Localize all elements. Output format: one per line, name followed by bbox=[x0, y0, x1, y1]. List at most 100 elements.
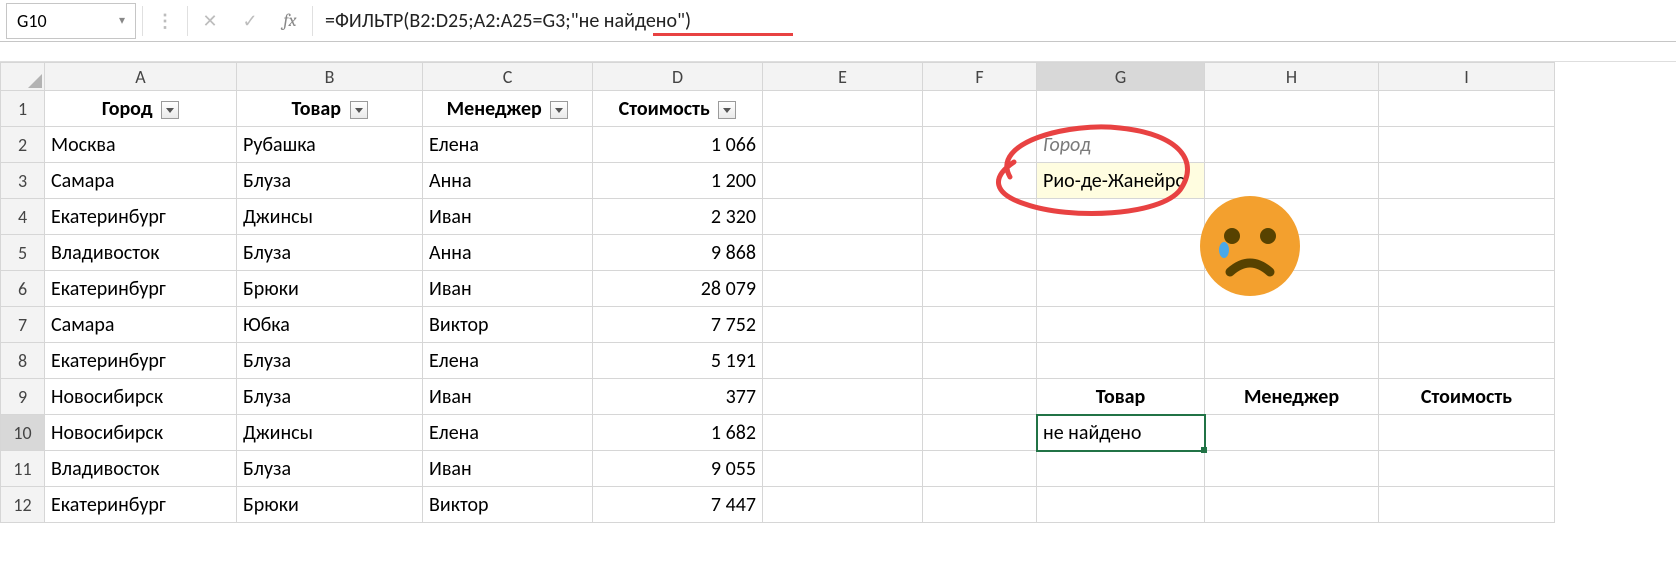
cell-F12[interactable] bbox=[923, 487, 1037, 523]
spreadsheet-grid[interactable]: A B C D E F G H I 1 Город Товар Менеджер… bbox=[0, 62, 1555, 523]
cell-B12[interactable]: Брюки bbox=[237, 487, 423, 523]
col-header-A[interactable]: A bbox=[45, 63, 237, 91]
cell-B11[interactable]: Блуза bbox=[237, 451, 423, 487]
cell-G12[interactable] bbox=[1037, 487, 1205, 523]
cell-I11[interactable] bbox=[1379, 451, 1555, 487]
col-header-F[interactable]: F bbox=[923, 63, 1037, 91]
cell-D10[interactable]: 1 682 bbox=[593, 415, 763, 451]
cell-C8[interactable]: Елена bbox=[423, 343, 593, 379]
filter-button[interactable] bbox=[718, 101, 736, 119]
cell-I1[interactable] bbox=[1379, 91, 1555, 127]
cell-I9[interactable]: Стоимость bbox=[1379, 379, 1555, 415]
cell-C11[interactable]: Иван bbox=[423, 451, 593, 487]
cell-E6[interactable] bbox=[763, 271, 923, 307]
cell-G11[interactable] bbox=[1037, 451, 1205, 487]
cell-C7[interactable]: Виктор bbox=[423, 307, 593, 343]
cell-B8[interactable]: Блуза bbox=[237, 343, 423, 379]
row-header-1[interactable]: 1 bbox=[1, 91, 45, 127]
cell-E8[interactable] bbox=[763, 343, 923, 379]
cell-A9[interactable]: Новосибирск bbox=[45, 379, 237, 415]
cell-A4[interactable]: Екатеринбург bbox=[45, 199, 237, 235]
enter-formula-button[interactable]: ✓ bbox=[230, 3, 270, 39]
cell-E5[interactable] bbox=[763, 235, 923, 271]
cell-C6[interactable]: Иван bbox=[423, 271, 593, 307]
cell-G4[interactable] bbox=[1037, 199, 1205, 235]
cell-I2[interactable] bbox=[1379, 127, 1555, 163]
cell-E10[interactable] bbox=[763, 415, 923, 451]
cell-D8[interactable]: 5 191 bbox=[593, 343, 763, 379]
cell-I10[interactable] bbox=[1379, 415, 1555, 451]
cell-D7[interactable]: 7 752 bbox=[593, 307, 763, 343]
insert-function-button[interactable]: fx bbox=[270, 3, 310, 39]
cell-H12[interactable] bbox=[1205, 487, 1379, 523]
col-header-H[interactable]: H bbox=[1205, 63, 1379, 91]
cell-A2[interactable]: Москва bbox=[45, 127, 237, 163]
cell-F4[interactable] bbox=[923, 199, 1037, 235]
cell-A7[interactable]: Самара bbox=[45, 307, 237, 343]
cell-C4[interactable]: Иван bbox=[423, 199, 593, 235]
expand-button[interactable]: ⋮ bbox=[145, 3, 185, 39]
cell-C3[interactable]: Анна bbox=[423, 163, 593, 199]
cell-D2[interactable]: 1 066 bbox=[593, 127, 763, 163]
cell-B10[interactable]: Джинсы bbox=[237, 415, 423, 451]
cell-F3[interactable] bbox=[923, 163, 1037, 199]
cell-G1[interactable] bbox=[1037, 91, 1205, 127]
cell-A12[interactable]: Екатеринбург bbox=[45, 487, 237, 523]
select-all-corner[interactable] bbox=[1, 63, 45, 91]
cell-G5[interactable] bbox=[1037, 235, 1205, 271]
cell-E12[interactable] bbox=[763, 487, 923, 523]
col-header-G[interactable]: G bbox=[1037, 63, 1205, 91]
cell-F11[interactable] bbox=[923, 451, 1037, 487]
filter-button[interactable] bbox=[350, 101, 368, 119]
cell-C9[interactable]: Иван bbox=[423, 379, 593, 415]
cell-E9[interactable] bbox=[763, 379, 923, 415]
cell-G10[interactable]: не найдено bbox=[1037, 415, 1205, 451]
cell-I7[interactable] bbox=[1379, 307, 1555, 343]
cell-I4[interactable] bbox=[1379, 199, 1555, 235]
cell-D9[interactable]: 377 bbox=[593, 379, 763, 415]
cell-C12[interactable]: Виктор bbox=[423, 487, 593, 523]
filter-button[interactable] bbox=[550, 101, 568, 119]
cell-B9[interactable]: Блуза bbox=[237, 379, 423, 415]
cell-C1[interactable]: Менеджер bbox=[423, 91, 593, 127]
cell-G6[interactable] bbox=[1037, 271, 1205, 307]
cell-D11[interactable]: 9 055 bbox=[593, 451, 763, 487]
cell-I5[interactable] bbox=[1379, 235, 1555, 271]
name-box[interactable]: G10 ▾ bbox=[6, 3, 136, 39]
filter-button[interactable] bbox=[161, 101, 179, 119]
cell-F10[interactable] bbox=[923, 415, 1037, 451]
cell-G2[interactable]: Город bbox=[1037, 127, 1205, 163]
row-header-10[interactable]: 10 bbox=[1, 415, 45, 451]
formula-input[interactable]: =ФИЛЬТР(B2:D25;A2:A25=G3;"не найдено") bbox=[315, 3, 1676, 39]
cell-C10[interactable]: Елена bbox=[423, 415, 593, 451]
row-header-8[interactable]: 8 bbox=[1, 343, 45, 379]
cell-H10[interactable] bbox=[1205, 415, 1379, 451]
cancel-formula-button[interactable]: ✕ bbox=[190, 3, 230, 39]
cell-I8[interactable] bbox=[1379, 343, 1555, 379]
cell-I6[interactable] bbox=[1379, 271, 1555, 307]
cell-E11[interactable] bbox=[763, 451, 923, 487]
cell-H9[interactable]: Менеджер bbox=[1205, 379, 1379, 415]
cell-I12[interactable] bbox=[1379, 487, 1555, 523]
cell-A3[interactable]: Самара bbox=[45, 163, 237, 199]
cell-F5[interactable] bbox=[923, 235, 1037, 271]
cell-A11[interactable]: Владивосток bbox=[45, 451, 237, 487]
cell-E4[interactable] bbox=[763, 199, 923, 235]
col-header-D[interactable]: D bbox=[593, 63, 763, 91]
col-header-B[interactable]: B bbox=[237, 63, 423, 91]
cell-B1[interactable]: Товар bbox=[237, 91, 423, 127]
col-header-I[interactable]: I bbox=[1379, 63, 1555, 91]
cell-C5[interactable]: Анна bbox=[423, 235, 593, 271]
row-header-7[interactable]: 7 bbox=[1, 307, 45, 343]
cell-D5[interactable]: 9 868 bbox=[593, 235, 763, 271]
cell-A10[interactable]: Новосибирск bbox=[45, 415, 237, 451]
cell-E3[interactable] bbox=[763, 163, 923, 199]
cell-D4[interactable]: 2 320 bbox=[593, 199, 763, 235]
cell-G9[interactable]: Товар bbox=[1037, 379, 1205, 415]
cell-F7[interactable] bbox=[923, 307, 1037, 343]
cell-D12[interactable]: 7 447 bbox=[593, 487, 763, 523]
cell-F1[interactable] bbox=[923, 91, 1037, 127]
cell-B2[interactable]: Рубашка bbox=[237, 127, 423, 163]
row-header-6[interactable]: 6 bbox=[1, 271, 45, 307]
cell-C2[interactable]: Елена bbox=[423, 127, 593, 163]
